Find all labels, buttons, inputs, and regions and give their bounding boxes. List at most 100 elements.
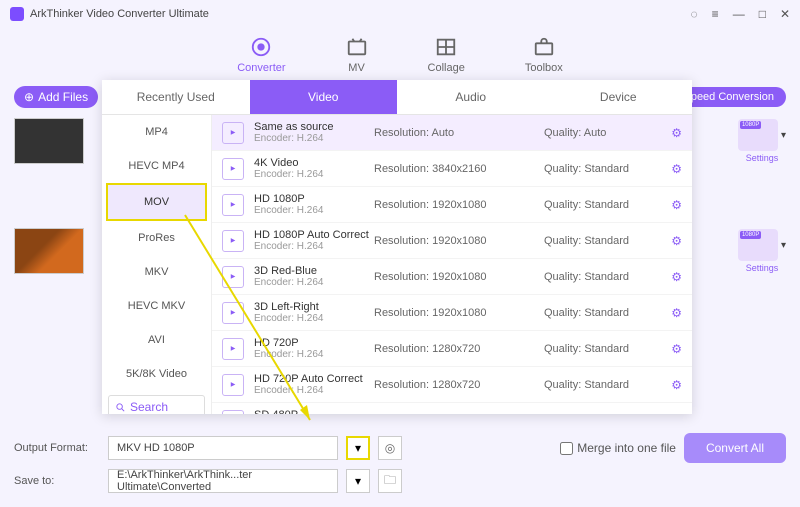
- plus-icon: ⊕: [24, 90, 34, 104]
- titlebar: ArkThinker Video Converter Ultimate ◌ ≡ …: [0, 0, 800, 28]
- format-row[interactable]: ▶ 4K VideoEncoder: H.264 Resolution: 384…: [212, 151, 692, 187]
- tab-converter[interactable]: Converter: [237, 36, 285, 74]
- format-caret-icon[interactable]: ▾: [781, 240, 786, 251]
- minimize-icon[interactable]: —: [733, 7, 745, 21]
- format-badge[interactable]: [738, 119, 778, 151]
- tab-mv[interactable]: MV: [346, 36, 368, 74]
- format-resolution: Resolution: 1280x720: [374, 343, 544, 355]
- gear-icon[interactable]: ⚙: [671, 414, 682, 415]
- dtab-device[interactable]: Device: [545, 80, 693, 114]
- format-resolution: Resolution: Auto: [374, 127, 544, 139]
- sidebar-item-prores[interactable]: ProRes: [102, 221, 211, 255]
- merge-checkbox-input[interactable]: [560, 442, 573, 455]
- format-icon: ▶: [222, 302, 244, 324]
- format-row[interactable]: ▶ 3D Left-RightEncoder: H.264 Resolution…: [212, 295, 692, 331]
- sidebar-item-5k8k[interactable]: 5K/8K Video: [102, 357, 211, 391]
- format-icon: ▶: [222, 374, 244, 396]
- dtab-video[interactable]: Video: [250, 80, 398, 114]
- format-caret-icon[interactable]: ▾: [781, 130, 786, 141]
- format-name: Same as source: [254, 121, 374, 133]
- save-to-select[interactable]: E:\ArkThinker\ArkThink...ter Ultimate\Co…: [108, 469, 338, 493]
- dtab-recent[interactable]: Recently Used: [102, 80, 250, 114]
- main-tabs: Converter MV Collage Toolbox: [0, 28, 800, 80]
- convert-all-button[interactable]: Convert All: [684, 433, 786, 463]
- format-quality: Quality: Standard: [544, 307, 671, 319]
- format-icon: ▶: [222, 266, 244, 288]
- format-quality: Quality: Standard: [544, 343, 671, 355]
- format-encoder: Encoder: H.264: [254, 349, 374, 360]
- dropdown-tabs: Recently Used Video Audio Device: [102, 80, 692, 115]
- format-resolution: Resolution: 1280x720: [374, 379, 544, 391]
- format-quality: Quality: Standard: [544, 379, 671, 391]
- format-icon: ▶: [222, 158, 244, 180]
- gear-icon[interactable]: ⚙: [671, 306, 682, 320]
- gear-icon[interactable]: ⚙: [671, 198, 682, 212]
- tab-toolbox[interactable]: Toolbox: [525, 36, 563, 74]
- gear-icon[interactable]: ⚙: [671, 270, 682, 284]
- format-name: HD 720P Auto Correct: [254, 373, 374, 385]
- format-name: HD 720P: [254, 337, 374, 349]
- merge-checkbox[interactable]: Merge into one file: [560, 441, 676, 455]
- add-files-button[interactable]: ⊕ Add Files: [14, 86, 98, 108]
- sidebar-item-avi[interactable]: AVI: [102, 323, 211, 357]
- format-icon: ▶: [222, 122, 244, 144]
- feedback-icon[interactable]: ◌: [691, 7, 698, 21]
- format-resolution: Resolution: 1920x1080: [374, 199, 544, 211]
- search-input[interactable]: Search: [108, 395, 205, 414]
- format-encoder: Encoder: H.264: [254, 277, 374, 288]
- format-resolution: Resolution: 1920x1080: [374, 307, 544, 319]
- settings-label[interactable]: Settings: [738, 153, 786, 163]
- format-row[interactable]: ▶ 3D Red-BlueEncoder: H.264 Resolution: …: [212, 259, 692, 295]
- format-encoder: Encoder: H.264: [254, 205, 374, 216]
- file-thumbnail: [14, 118, 84, 164]
- format-row[interactable]: ▶ SD 480PEncoder: H.264 Resolution: 640x…: [212, 403, 692, 414]
- sidebar-item-mov[interactable]: MOV: [106, 183, 207, 221]
- format-encoder: Encoder: H.264: [254, 385, 374, 396]
- format-row[interactable]: ▶ HD 1080P Auto CorrectEncoder: H.264 Re…: [212, 223, 692, 259]
- format-encoder: Encoder: H.264: [254, 241, 374, 252]
- format-resolution: Resolution: 1920x1080: [374, 235, 544, 247]
- format-badge[interactable]: [738, 229, 778, 261]
- format-name: 3D Red-Blue: [254, 265, 374, 277]
- format-icon: ▶: [222, 338, 244, 360]
- format-name: SD 480P: [254, 409, 374, 414]
- save-to-caret[interactable]: ▾: [346, 469, 370, 493]
- format-resolution: Resolution: 3840x2160: [374, 163, 544, 175]
- format-quality: Quality: Standard: [544, 199, 671, 211]
- format-name: 3D Left-Right: [254, 301, 374, 313]
- format-row[interactable]: ▶ HD 1080PEncoder: H.264 Resolution: 192…: [212, 187, 692, 223]
- sidebar-item-hevc-mkv[interactable]: HEVC MKV: [102, 289, 211, 323]
- format-icon: ▶: [222, 410, 244, 415]
- sidebar-item-hevc-mp4[interactable]: HEVC MP4: [102, 149, 211, 183]
- settings-label[interactable]: Settings: [738, 263, 786, 273]
- format-encoder: Encoder: H.264: [254, 169, 374, 180]
- menu-icon[interactable]: ≡: [712, 7, 719, 21]
- format-quality: Quality: Standard: [544, 163, 671, 175]
- output-settings-icon[interactable]: ◎: [378, 436, 402, 460]
- format-row[interactable]: ▶ HD 720PEncoder: H.264 Resolution: 1280…: [212, 331, 692, 367]
- output-format-select[interactable]: MKV HD 1080P: [108, 436, 338, 460]
- sidebar-item-mkv[interactable]: MKV: [102, 255, 211, 289]
- gear-icon[interactable]: ⚙: [671, 162, 682, 176]
- gear-icon[interactable]: ⚙: [671, 234, 682, 248]
- sidebar-item-mp4[interactable]: MP4: [102, 115, 211, 149]
- close-icon[interactable]: ✕: [780, 7, 790, 21]
- gear-icon[interactable]: ⚙: [671, 126, 682, 140]
- gear-icon[interactable]: ⚙: [671, 342, 682, 356]
- tab-collage[interactable]: Collage: [428, 36, 465, 74]
- format-encoder: Encoder: H.264: [254, 133, 374, 144]
- maximize-icon[interactable]: □: [759, 7, 766, 21]
- format-quality: Quality: Auto: [544, 127, 671, 139]
- browse-folder-icon[interactable]: 🗀: [378, 469, 402, 493]
- output-format-label: Output Format:: [14, 442, 100, 454]
- format-row[interactable]: ▶ HD 720P Auto CorrectEncoder: H.264 Res…: [212, 367, 692, 403]
- format-row[interactable]: ▶ Same as sourceEncoder: H.264 Resolutio…: [212, 115, 692, 151]
- app-title: ArkThinker Video Converter Ultimate: [30, 8, 209, 20]
- format-icon: ▶: [222, 230, 244, 252]
- format-quality: Quality: Standard: [544, 271, 671, 283]
- gear-icon[interactable]: ⚙: [671, 378, 682, 392]
- output-format-caret[interactable]: ▾: [346, 436, 370, 460]
- format-name: 4K Video: [254, 157, 374, 169]
- dtab-audio[interactable]: Audio: [397, 80, 545, 114]
- format-name: HD 1080P Auto Correct: [254, 229, 374, 241]
